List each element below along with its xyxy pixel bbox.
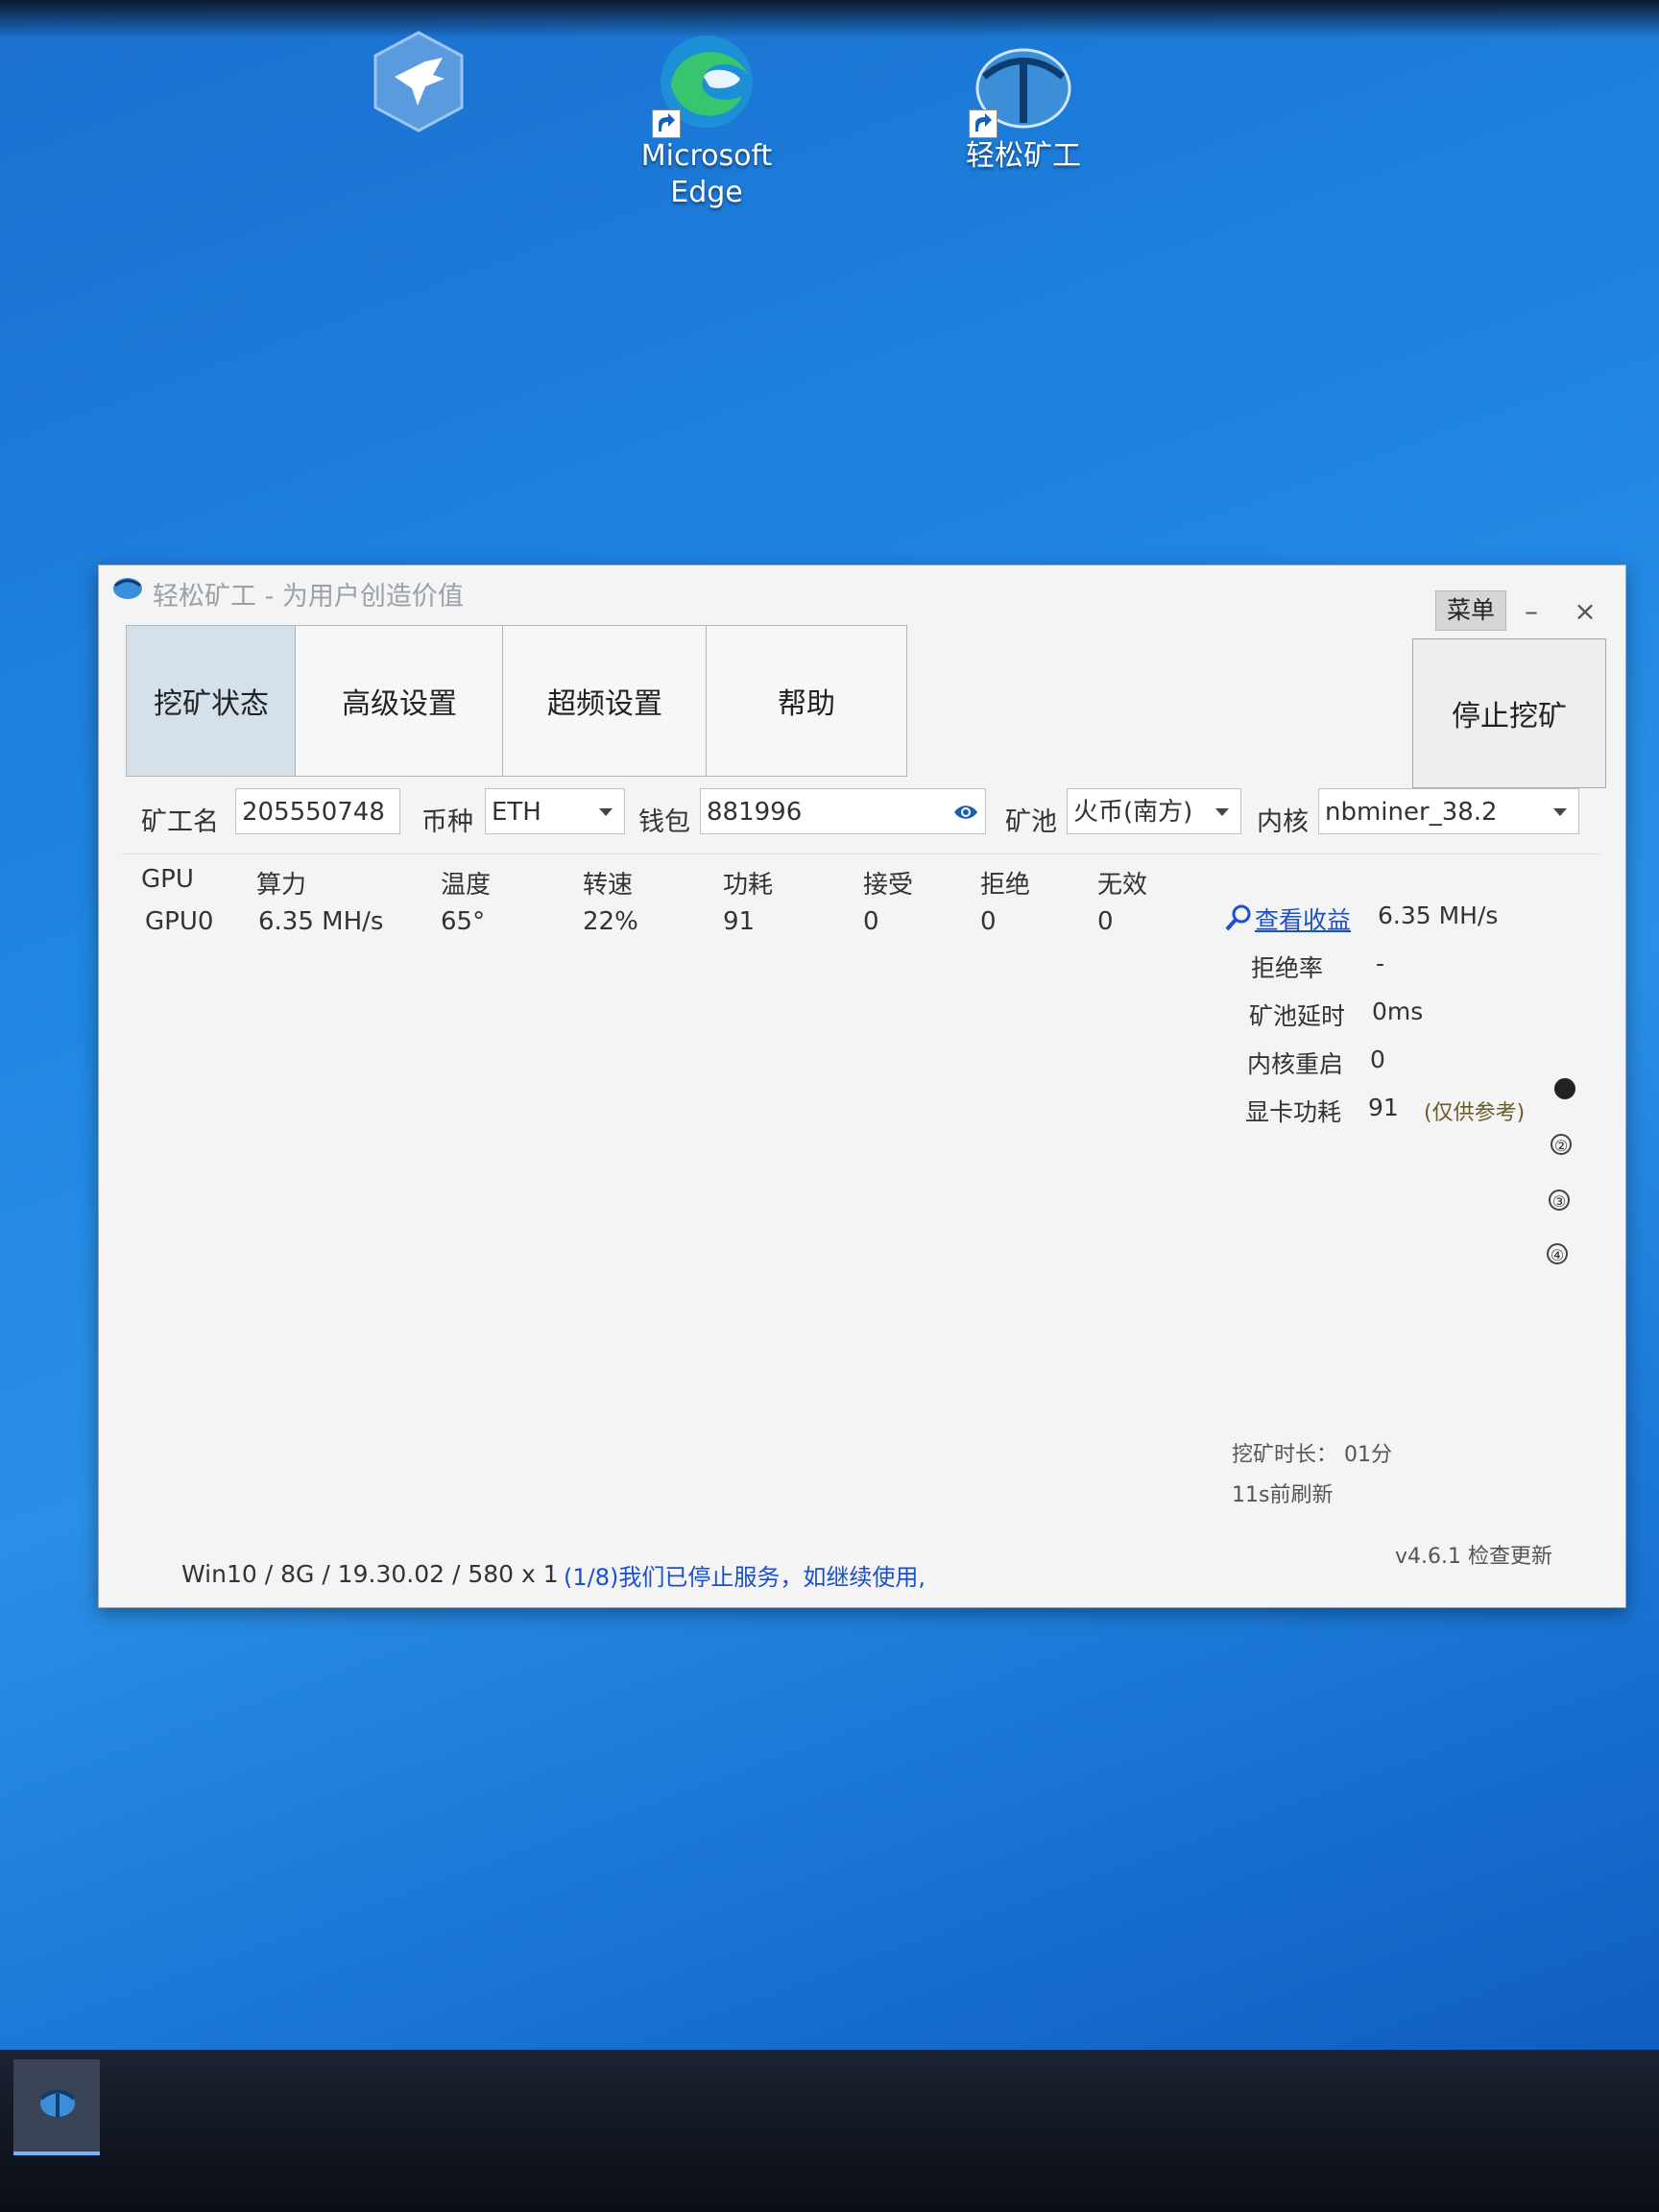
- reject-rate-label: 拒绝率: [1251, 954, 1324, 982]
- coin-label: 币种: [421, 807, 473, 837]
- cell-temp: 65°: [441, 907, 486, 936]
- bird-app-icon: [366, 29, 471, 134]
- cell-power: 91: [723, 907, 756, 936]
- kernel-restart-label: 内核重启: [1247, 1050, 1344, 1078]
- refresh-status: 11s前刷新: [1232, 1483, 1334, 1507]
- chevron-down-icon: [1215, 808, 1229, 816]
- table-header-rejected: 拒绝: [980, 871, 1031, 900]
- app-logo-icon: [39, 2089, 76, 2117]
- view-earnings-link[interactable]: 查看收益: [1255, 902, 1351, 936]
- total-hashrate: 6.35 MH/s: [1378, 902, 1499, 929]
- menu-button[interactable]: 菜单: [1435, 590, 1506, 631]
- close-button[interactable]: ×: [1566, 592, 1604, 631]
- page-dot-4[interactable]: ④: [1547, 1243, 1568, 1264]
- cell-invalid: 0: [1097, 907, 1114, 936]
- coin-select[interactable]: ETH: [485, 788, 625, 834]
- desktop-icon-label: 轻松矿工: [966, 139, 1081, 173]
- table-header-gpu: GPU: [141, 865, 194, 894]
- status-bar: Win10 / 8G / 19.30.02 / 580 x 1 (1/8)我们已…: [99, 1526, 1625, 1607]
- miner-name-input[interactable]: 205550748: [235, 788, 400, 834]
- wallet-input-value: 881996: [707, 798, 803, 827]
- reject-rate-value: -: [1376, 950, 1385, 977]
- window-title: 轻松矿工 - 为用户创造价值: [153, 582, 464, 612]
- kernel-select[interactable]: nbminer_38.2: [1318, 788, 1579, 834]
- edge-icon: [652, 29, 759, 138]
- table-header-accepted: 接受: [863, 871, 914, 900]
- table-header-fan: 转速: [583, 871, 634, 900]
- service-notice[interactable]: (1/8)我们已停止服务，如继续使用,: [564, 1558, 926, 1592]
- mining-duration: 挖矿时长： 01分: [1232, 1443, 1392, 1467]
- tab-advanced-settings[interactable]: 高级设置: [295, 625, 504, 777]
- tab-overclock-settings[interactable]: 超频设置: [502, 625, 708, 777]
- page-dot-1[interactable]: [1554, 1078, 1575, 1099]
- table-header-invalid: 无效: [1097, 871, 1148, 900]
- wallet-input[interactable]: 881996: [700, 788, 986, 834]
- pickaxe-icon: [969, 38, 1076, 138]
- shortcut-arrow-icon: [969, 109, 998, 138]
- magnifier-icon: [1225, 904, 1251, 931]
- eye-icon[interactable]: [952, 801, 979, 824]
- system-info: Win10 / 8G / 19.30.02 / 580 x 1: [181, 1560, 559, 1588]
- kernel-restart-value: 0: [1370, 1046, 1385, 1073]
- pool-latency-label: 矿池延时: [1249, 1002, 1346, 1030]
- taskbar-app-qingsong[interactable]: [13, 2059, 100, 2155]
- gpu-power-note: (仅供参考): [1424, 1101, 1526, 1125]
- gpu-power-value: 91: [1368, 1094, 1399, 1121]
- desktop-icon-edge[interactable]: Microsoft Edge: [620, 29, 793, 211]
- table-header-hashrate: 算力: [256, 871, 307, 900]
- miner-name-label: 矿工名: [141, 807, 219, 837]
- chevron-down-icon: [1553, 808, 1567, 816]
- cell-accepted: 0: [863, 907, 879, 936]
- cell-rejected: 0: [980, 907, 997, 936]
- tab-mining-status[interactable]: 挖矿状态: [126, 625, 297, 777]
- taskbar: [0, 2050, 1659, 2212]
- qingsong-miner-window: 轻松矿工 - 为用户创造价值 菜单 – × 挖矿状态 高级设置 超频设置 帮助 …: [98, 565, 1626, 1608]
- app-logo-icon: [113, 578, 142, 599]
- minimize-button[interactable]: –: [1512, 592, 1551, 631]
- page-dot-2[interactable]: ②: [1551, 1134, 1572, 1155]
- title-bar[interactable]: 轻松矿工 - 为用户创造价值: [99, 565, 1625, 613]
- kernel-select-value: nbminer_38.2: [1325, 798, 1498, 827]
- pool-label: 矿池: [1005, 807, 1057, 837]
- version-check-update[interactable]: v4.6.1 检查更新: [1395, 1539, 1552, 1570]
- pool-select[interactable]: 火币(南方): [1067, 788, 1241, 834]
- wallet-label: 钱包: [638, 807, 690, 837]
- pool-latency-value: 0ms: [1372, 998, 1424, 1025]
- table-header-power: 功耗: [723, 871, 774, 900]
- chevron-down-icon: [599, 808, 613, 816]
- desktop-icon-label: Microsoft Edge: [640, 139, 773, 209]
- stop-mining-button[interactable]: 停止挖矿: [1412, 638, 1606, 788]
- gpu-power-label: 显卡功耗: [1245, 1098, 1342, 1126]
- screen-top-edge: [0, 0, 1659, 38]
- cell-fan: 22%: [583, 907, 638, 936]
- desktop-icon-qingsong[interactable]: 轻松矿工: [937, 38, 1110, 175]
- desktop-icon-bird-app[interactable]: [332, 29, 505, 138]
- pool-select-value: 火币(南方): [1073, 798, 1193, 827]
- shortcut-arrow-icon: [652, 109, 681, 138]
- tab-help[interactable]: 帮助: [706, 625, 907, 777]
- cell-gpu: GPU0: [145, 907, 214, 936]
- page-dot-3[interactable]: ③: [1549, 1190, 1570, 1211]
- coin-select-value: ETH: [492, 798, 541, 827]
- table-header-temp: 温度: [441, 871, 492, 900]
- cell-hashrate: 6.35 MH/s: [258, 907, 384, 936]
- kernel-label: 内核: [1257, 807, 1309, 837]
